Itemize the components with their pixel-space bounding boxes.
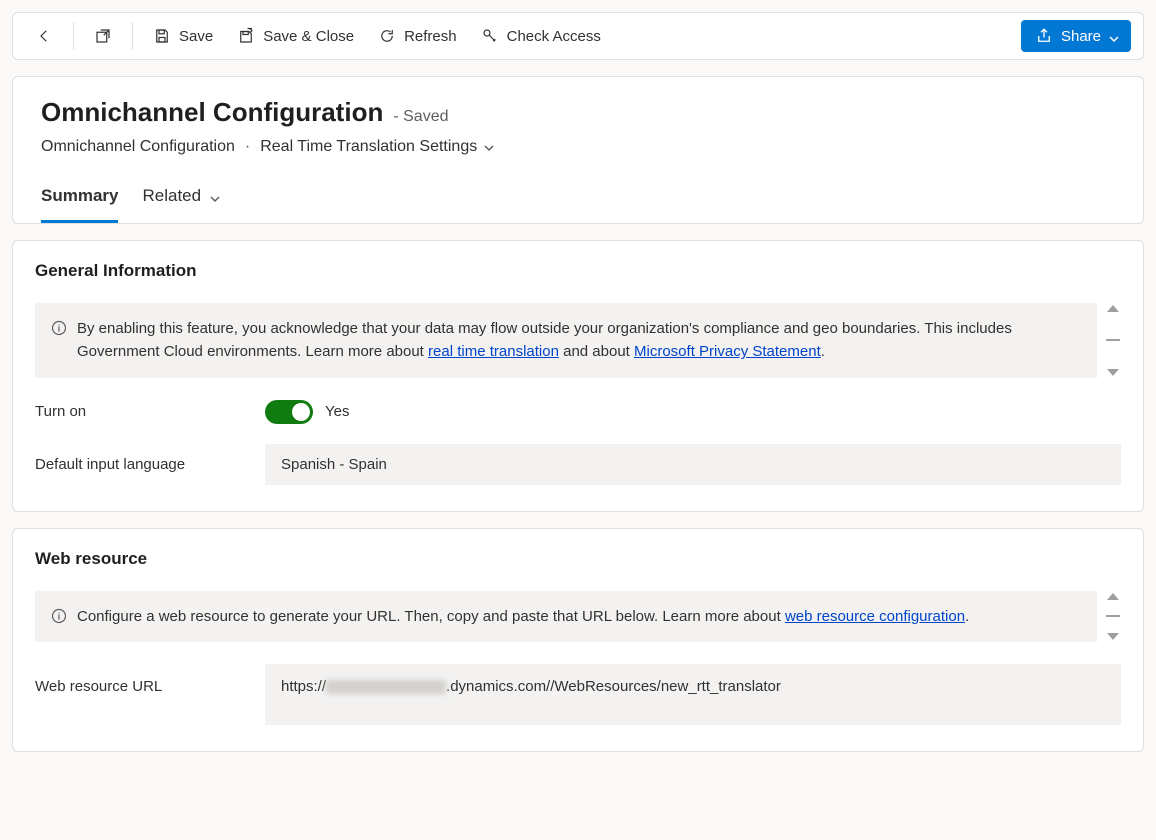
record-header: Omnichannel Configuration - Saved Omnich… bbox=[12, 76, 1144, 224]
breadcrumb-entity: Omnichannel Configuration bbox=[41, 138, 235, 156]
toggle-knob bbox=[292, 403, 310, 421]
chevron-down-icon bbox=[209, 190, 221, 202]
section-title: General Information bbox=[35, 261, 1121, 281]
form-selector-label: Real Time Translation Settings bbox=[260, 138, 477, 156]
toggle-value-label: Yes bbox=[325, 403, 349, 420]
save-button[interactable]: Save bbox=[143, 19, 223, 53]
check-access-label: Check Access bbox=[507, 28, 601, 45]
field-turn-on: Turn on Yes bbox=[35, 400, 1121, 424]
share-label: Share bbox=[1061, 28, 1101, 45]
save-icon bbox=[153, 27, 171, 45]
scroll-up-icon bbox=[1107, 593, 1119, 600]
scroll-bar-icon bbox=[1106, 615, 1120, 617]
share-icon bbox=[1035, 27, 1053, 45]
notice-text: By enabling this feature, you acknowledg… bbox=[77, 317, 1081, 364]
open-new-window-button[interactable] bbox=[84, 19, 122, 53]
back-button[interactable] bbox=[25, 19, 63, 53]
popout-icon bbox=[94, 27, 112, 45]
web-resource-url-input[interactable]: https:// .dynamics.com//WebResources/new_… bbox=[265, 664, 1121, 725]
share-button[interactable]: Share bbox=[1021, 20, 1131, 52]
separator bbox=[132, 22, 133, 50]
scroll-indicator[interactable] bbox=[1105, 303, 1121, 378]
redacted-host bbox=[326, 680, 446, 694]
url-suffix: .dynamics.com//WebResources/new_rtt_tran… bbox=[446, 678, 781, 695]
info-notice: By enabling this feature, you acknowledg… bbox=[35, 303, 1097, 378]
refresh-label: Refresh bbox=[404, 28, 457, 45]
check-access-button[interactable]: Check Access bbox=[471, 19, 611, 53]
scroll-indicator[interactable] bbox=[1105, 591, 1121, 642]
field-web-resource-url: Web resource URL https:// .dynamics.com//… bbox=[35, 664, 1121, 725]
default-language-input[interactable] bbox=[265, 444, 1121, 485]
arrow-left-icon bbox=[35, 27, 53, 45]
url-prefix: https:// bbox=[281, 678, 326, 695]
save-close-button[interactable]: Save & Close bbox=[227, 19, 364, 53]
tab-summary-label: Summary bbox=[41, 186, 118, 206]
tab-summary[interactable]: Summary bbox=[41, 178, 118, 223]
command-bar: Save Save & Close Refresh Check Access S… bbox=[12, 12, 1144, 60]
separator bbox=[73, 22, 74, 50]
link-real-time-translation[interactable]: real time translation bbox=[428, 343, 559, 360]
tab-related[interactable]: Related bbox=[142, 178, 221, 223]
tab-related-label: Related bbox=[142, 186, 201, 206]
scroll-up-icon bbox=[1107, 305, 1119, 312]
refresh-icon bbox=[378, 27, 396, 45]
breadcrumb-separator: · bbox=[245, 138, 250, 156]
field-default-language: Default input language bbox=[35, 444, 1121, 485]
notice-text: Configure a web resource to generate you… bbox=[77, 605, 969, 628]
turn-on-toggle[interactable] bbox=[265, 400, 313, 424]
section-title: Web resource bbox=[35, 549, 1121, 569]
scroll-bar-icon bbox=[1106, 339, 1120, 341]
scroll-down-icon bbox=[1107, 369, 1119, 376]
info-notice: Configure a web resource to generate you… bbox=[35, 591, 1097, 642]
chevron-down-icon bbox=[483, 141, 495, 153]
info-icon bbox=[51, 608, 67, 624]
refresh-button[interactable]: Refresh bbox=[368, 19, 467, 53]
field-label: Turn on bbox=[35, 403, 265, 420]
link-web-resource-config[interactable]: web resource configuration bbox=[785, 608, 965, 625]
check-access-icon bbox=[481, 27, 499, 45]
chevron-down-icon bbox=[1109, 31, 1119, 41]
breadcrumb: Omnichannel Configuration · Real Time Tr… bbox=[41, 138, 1115, 156]
field-label: Web resource URL bbox=[35, 664, 265, 695]
save-status: - Saved bbox=[393, 108, 448, 126]
link-privacy-statement[interactable]: Microsoft Privacy Statement bbox=[634, 343, 821, 360]
save-label: Save bbox=[179, 28, 213, 45]
tab-list: Summary Related bbox=[41, 178, 1115, 223]
form-selector[interactable]: Real Time Translation Settings bbox=[260, 138, 495, 156]
section-general-information: General Information By enabling this fea… bbox=[12, 240, 1144, 512]
section-web-resource: Web resource Configure a web resource to… bbox=[12, 528, 1144, 752]
save-close-label: Save & Close bbox=[263, 28, 354, 45]
scroll-down-icon bbox=[1107, 633, 1119, 640]
info-icon bbox=[51, 320, 67, 336]
page-title: Omnichannel Configuration bbox=[41, 97, 383, 128]
field-label: Default input language bbox=[35, 456, 265, 473]
save-close-icon bbox=[237, 27, 255, 45]
